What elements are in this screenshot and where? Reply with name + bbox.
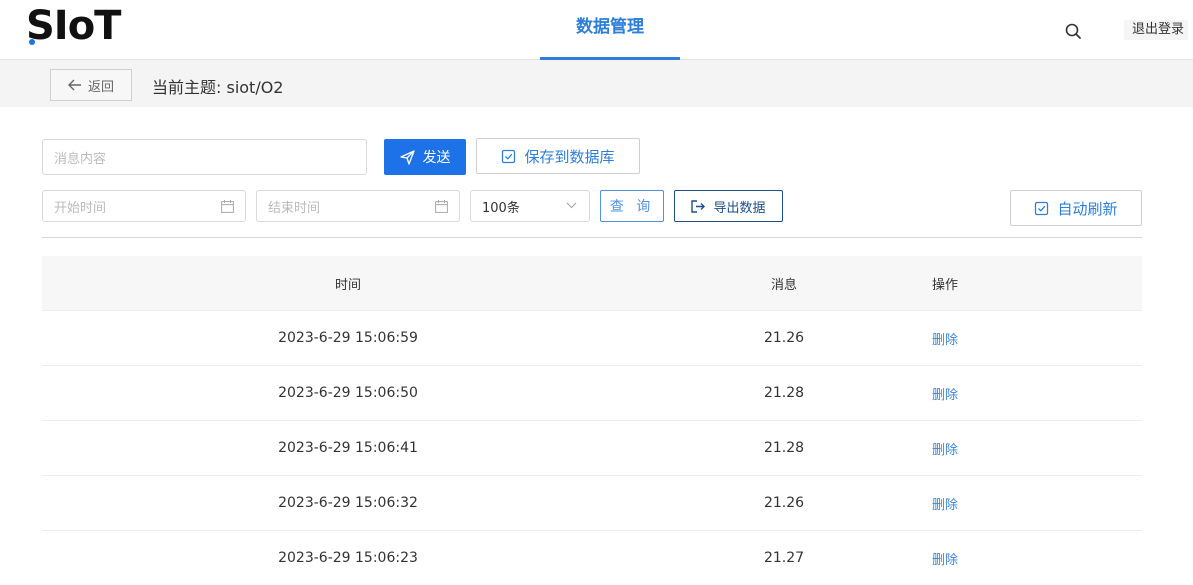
back-button-label: 返回 (87, 79, 114, 95)
topic-bar: 返回 当前主题: siot/O2 (0, 60, 1193, 107)
send-icon (399, 149, 415, 165)
chevron-down-icon (566, 202, 577, 209)
top-navigation-bar: SIoT 数据管理 退出登录 (0, 0, 1193, 60)
end-time-placeholder: 结束时间 (268, 200, 321, 216)
record-count-select[interactable]: 100条 (470, 190, 590, 222)
message-input[interactable]: 消息内容 (42, 139, 367, 175)
message-input-placeholder: 消息内容 (54, 151, 107, 167)
table-row: 2023-6-29 15:06:23 21.27 删除 (42, 531, 1142, 585)
end-time-input[interactable]: 结束时间 (256, 190, 460, 222)
query-button[interactable]: 查 询 (600, 190, 664, 222)
export-data-button[interactable]: 导出数据 (674, 190, 783, 222)
row-message: 21.28 (763, 440, 805, 456)
calendar-icon (435, 200, 448, 213)
delete-button[interactable]: 删除 (915, 384, 975, 403)
back-button[interactable]: 返回 (50, 69, 132, 101)
arrow-left-icon (67, 79, 82, 91)
row-message: 21.27 (763, 550, 805, 566)
send-button-label: 发送 (422, 150, 451, 166)
logout-button[interactable]: 退出登录 (1124, 20, 1189, 40)
table-header: 时间 消息 操作 (42, 256, 1142, 311)
delete-button[interactable]: 删除 (915, 439, 975, 458)
row-time: 2023-6-29 15:06:32 (278, 495, 418, 511)
table-row: 2023-6-29 15:06:59 21.26 删除 (42, 311, 1142, 366)
delete-button[interactable]: 删除 (915, 494, 975, 513)
table-row: 2023-6-29 15:06:41 21.28 删除 (42, 421, 1142, 476)
checkbox-icon (501, 149, 516, 164)
search-icon[interactable] (1062, 20, 1084, 42)
record-count-value: 100条 (482, 200, 520, 216)
delete-button[interactable]: 删除 (915, 329, 975, 348)
send-button[interactable]: 发送 (384, 139, 466, 175)
table-row: 2023-6-29 15:06:32 21.26 删除 (42, 476, 1142, 531)
divider (42, 237, 1142, 238)
export-icon (691, 199, 706, 213)
row-time: 2023-6-29 15:06:23 (278, 550, 418, 566)
row-message: 21.26 (763, 330, 805, 346)
row-time: 2023-6-29 15:06:59 (278, 330, 418, 346)
auto-refresh-button[interactable]: 自动刷新 (1010, 190, 1142, 226)
save-button-label: 保存到数据库 (524, 147, 615, 166)
row-message: 21.28 (763, 385, 805, 401)
header-action: 操作 (931, 277, 958, 293)
checkbox-icon (1034, 201, 1049, 216)
row-time: 2023-6-29 15:06:50 (278, 385, 418, 401)
delete-button[interactable]: 删除 (915, 549, 975, 568)
header-message: 消息 (770, 277, 797, 293)
tab-data-management[interactable]: 数据管理 (540, 0, 680, 60)
header-time: 时间 (334, 277, 361, 293)
data-table: 时间 消息 操作 2023-6-29 15:06:59 21.26 删除 202… (42, 256, 1142, 585)
start-time-placeholder: 开始时间 (54, 200, 107, 216)
row-time: 2023-6-29 15:06:41 (278, 440, 418, 456)
auto-refresh-label: 自动刷新 (1057, 199, 1118, 218)
logo-dot (29, 39, 35, 45)
current-topic: 当前主题: siot/O2 (152, 78, 284, 97)
calendar-icon (221, 200, 234, 213)
row-message: 21.26 (763, 495, 805, 511)
siot-logo: SIoT (26, 3, 121, 49)
export-button-label: 导出数据 (713, 200, 766, 216)
save-to-database-button[interactable]: 保存到数据库 (476, 138, 640, 174)
start-time-input[interactable]: 开始时间 (42, 190, 246, 222)
table-row: 2023-6-29 15:06:50 21.28 删除 (42, 366, 1142, 421)
